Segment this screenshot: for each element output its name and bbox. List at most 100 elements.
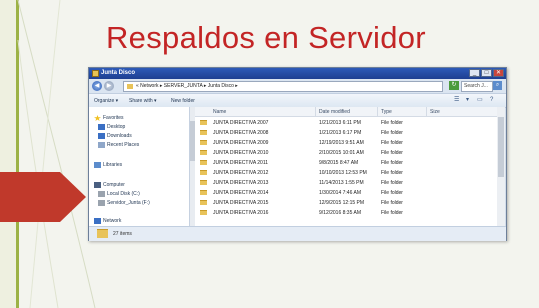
column-divider[interactable]	[426, 107, 427, 116]
folder-icon	[200, 130, 207, 135]
folder-icon	[200, 140, 207, 145]
network-icon	[94, 218, 101, 224]
recent-places-icon	[98, 142, 105, 148]
folder-icon	[200, 180, 207, 185]
table-row[interactable]: JUNTA DIRECTIVA 2014 1/30/2014 7:46 AM F…	[195, 188, 497, 197]
explorer-window: Junta Disco _ □ ✕ ◀ ▶ « Network ▸ SERVER…	[88, 67, 507, 241]
file-date: 9/12/2016 8:35 AM	[319, 210, 361, 216]
file-type: File folder	[381, 210, 403, 216]
slide-title: Respaldos en Servidor	[106, 20, 426, 55]
file-type: File folder	[381, 170, 403, 176]
table-row[interactable]: JUNTA DIRECTIVA 2015 12/9/2015 12:15 PM …	[195, 198, 497, 207]
nav-favorites[interactable]: Favorites	[103, 115, 124, 121]
nav-libraries[interactable]: Libraries	[103, 162, 122, 168]
address-input[interactable]: « Network ▸ SERVER_JUNTA ▸ Junta Disco ▸	[123, 81, 443, 92]
column-size[interactable]: Size	[430, 109, 440, 115]
column-divider[interactable]	[315, 107, 316, 116]
file-type: File folder	[381, 160, 403, 166]
search-input[interactable]: Search J...	[461, 81, 493, 92]
file-type: File folder	[381, 150, 403, 156]
file-type: File folder	[381, 190, 403, 196]
local-disk-icon	[98, 191, 105, 197]
address-path: « Network ▸ SERVER_JUNTA ▸ Junta Disco ▸	[136, 83, 238, 89]
scroll-thumb[interactable]	[498, 117, 504, 177]
folder-icon	[200, 210, 207, 215]
folder-icon	[92, 70, 99, 77]
network-drive-icon	[98, 200, 105, 206]
maximize-button[interactable]: □	[481, 69, 492, 77]
help-icon[interactable]: ?	[490, 97, 497, 103]
column-headers: Name Date modified Type Size	[195, 107, 497, 117]
file-type: File folder	[381, 200, 403, 206]
folder-icon	[200, 160, 207, 165]
table-row[interactable]: JUNTA DIRECTIVA 2013 11/14/2013 1:55 PM …	[195, 178, 497, 187]
file-date: 9/8/2015 8:47 AM	[319, 160, 359, 166]
new-folder-button[interactable]: New folder	[171, 98, 195, 104]
pointer-arrow-icon	[0, 172, 86, 222]
file-type: File folder	[381, 120, 403, 126]
table-row[interactable]: JUNTA DIRECTIVA 2008 1/21/2013 6:17 PM F…	[195, 128, 497, 137]
close-button[interactable]: ✕	[493, 69, 504, 77]
file-name: JUNTA DIRECTIVA 2010	[213, 150, 269, 156]
search-placeholder: Search J...	[464, 83, 488, 89]
forward-button[interactable]: ▶	[104, 81, 114, 91]
window-titlebar[interactable]: Junta Disco _ □ ✕	[89, 68, 506, 79]
computer-icon	[94, 182, 101, 188]
search-icon[interactable]: ⌕	[493, 81, 502, 90]
file-date: 11/14/2013 1:55 PM	[319, 180, 364, 186]
preview-pane-icon[interactable]: ▭	[477, 97, 484, 103]
share-with-menu[interactable]: Share with ▾	[129, 98, 157, 104]
nav-computer[interactable]: Computer	[103, 182, 125, 188]
chevron-down-icon[interactable]: ▾	[466, 97, 473, 103]
file-list-scrollbar[interactable]	[497, 107, 505, 226]
file-type: File folder	[381, 180, 403, 186]
nav-server-drive[interactable]: Servidor_Junta (F:)	[107, 200, 150, 206]
file-name: JUNTA DIRECTIVA 2015	[213, 200, 269, 206]
file-date: 1/30/2014 7:46 AM	[319, 190, 361, 196]
column-type[interactable]: Type	[381, 109, 392, 115]
nav-downloads[interactable]: Downloads	[107, 133, 132, 139]
file-date: 1/21/2013 6:11 PM	[319, 120, 361, 126]
column-divider[interactable]	[377, 107, 378, 116]
nav-desktop[interactable]: Desktop	[107, 124, 125, 130]
organize-menu[interactable]: Organize ▾	[94, 98, 118, 104]
file-type: File folder	[381, 140, 403, 146]
file-name: JUNTA DIRECTIVA 2012	[213, 170, 269, 176]
file-name: JUNTA DIRECTIVA 2007	[213, 120, 269, 126]
file-date: 12/9/2015 12:15 PM	[319, 200, 365, 206]
star-icon	[94, 115, 101, 121]
navigation-pane: Favorites Desktop Downloads Recent Place…	[89, 107, 190, 226]
view-options-icon[interactable]: ☰	[454, 97, 461, 103]
slide-background: Respaldos en Servidor Junta Disco _ □ ✕ …	[0, 0, 539, 308]
back-button[interactable]: ◀	[92, 81, 102, 91]
column-date-modified[interactable]: Date modified	[319, 109, 350, 115]
table-row[interactable]: JUNTA DIRECTIVA 2009 12/19/2013 9:51 AM …	[195, 138, 497, 147]
file-date: 2/10/2015 10:01 AM	[319, 150, 364, 156]
nav-local-disk[interactable]: Local Disk (C:)	[107, 191, 140, 197]
file-date: 1/21/2013 6:17 PM	[319, 130, 362, 136]
downloads-icon	[98, 133, 105, 139]
table-row[interactable]: JUNTA DIRECTIVA 2010 2/10/2015 10:01 AM …	[195, 148, 497, 157]
table-row[interactable]: JUNTA DIRECTIVA 2012 10/10/2013 12:53 PM…	[195, 168, 497, 177]
libraries-icon	[94, 162, 101, 168]
file-name: JUNTA DIRECTIVA 2014	[213, 190, 269, 196]
refresh-button[interactable]: ↻	[449, 81, 459, 90]
file-name: JUNTA DIRECTIVA 2016	[213, 210, 269, 216]
address-bar-row: ◀ ▶ « Network ▸ SERVER_JUNTA ▸ Junta Dis…	[89, 79, 506, 93]
folder-icon	[200, 190, 207, 195]
details-pane: 27 items	[89, 226, 506, 241]
command-bar: Organize ▾ Share with ▾ New folder ☰ ▾ ▭…	[89, 93, 506, 108]
nav-network[interactable]: Network	[103, 218, 121, 224]
table-row[interactable]: JUNTA DIRECTIVA 2016 9/12/2016 8:35 AM F…	[195, 208, 497, 217]
column-name[interactable]: Name	[213, 109, 226, 115]
file-list: Name Date modified Type Size JUNTA DIREC…	[195, 107, 497, 226]
folder-icon	[200, 200, 207, 205]
minimize-button[interactable]: _	[469, 69, 480, 77]
folder-icon	[200, 150, 207, 155]
window-title: Junta Disco	[101, 70, 136, 76]
file-name: JUNTA DIRECTIVA 2009	[213, 140, 269, 146]
nav-recent-places[interactable]: Recent Places	[107, 142, 139, 148]
table-row[interactable]: JUNTA DIRECTIVA 2011 9/8/2015 8:47 AM Fi…	[195, 158, 497, 167]
table-row[interactable]: JUNTA DIRECTIVA 2007 1/21/2013 6:11 PM F…	[195, 118, 497, 127]
folder-icon	[127, 84, 133, 89]
